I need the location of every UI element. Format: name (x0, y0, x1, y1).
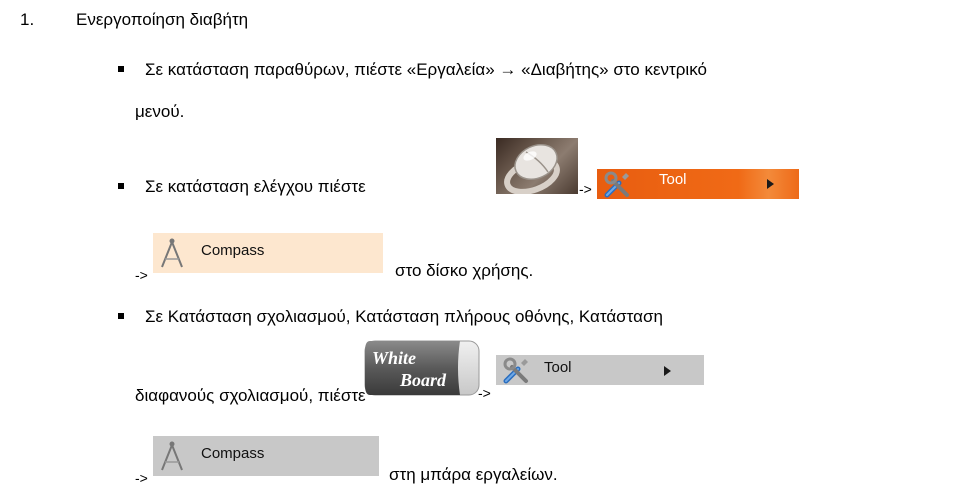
arrow: -> (135, 267, 148, 283)
compass-menu-item[interactable]: Compass (153, 436, 379, 476)
item1-line1: Σε κατάσταση παραθύρων, πιέστε «Εργαλεία… (145, 60, 707, 79)
svg-text:Board: Board (399, 370, 447, 390)
tool-label: Tool (659, 171, 687, 188)
compass-icon (161, 441, 183, 471)
svg-text:White: White (372, 348, 416, 368)
arrow: -> (135, 470, 148, 486)
item3-tail: στη μπάρα εργαλείων. (389, 465, 558, 484)
item3-line2: διαφανούς σχολιασμού, πιέστε (135, 386, 366, 405)
whiteboard-button[interactable]: White Board (364, 340, 480, 396)
tool-menu-item[interactable]: Tool (597, 169, 799, 199)
item2-text: Σε κατάσταση ελέγχου πιέστε (145, 177, 366, 196)
mouse-icon (504, 144, 560, 194)
bullet-marker (118, 313, 124, 319)
item2-tail: στο δίσκο χρήσης. (395, 261, 534, 280)
item1-line2: μενού. (135, 102, 185, 121)
bullet-marker (118, 66, 124, 72)
tools-icon (503, 357, 528, 384)
whiteboard-logo-icon: White Board (364, 340, 480, 396)
mouse-button-image[interactable] (496, 138, 578, 194)
section-heading: Ενεργοποίηση διαβήτη (76, 10, 249, 29)
submenu-arrow-icon (767, 179, 774, 189)
compass-label: Compass (201, 445, 265, 462)
compass-icon (161, 238, 183, 268)
submenu-arrow-icon (664, 366, 671, 376)
item3-line1: Σε Κατάσταση σχολιασμού, Κατάσταση πλήρο… (145, 307, 663, 326)
tool-label: Tool (544, 359, 572, 376)
arrow: -> (478, 385, 491, 401)
compass-label: Compass (201, 242, 265, 259)
tools-icon (604, 171, 629, 198)
tool-menu-item[interactable]: Tool (496, 355, 704, 385)
arrow: -> (579, 181, 592, 197)
list-number: 1. (20, 10, 35, 29)
bullet-marker (118, 183, 124, 189)
compass-menu-item[interactable]: Compass (153, 233, 383, 273)
